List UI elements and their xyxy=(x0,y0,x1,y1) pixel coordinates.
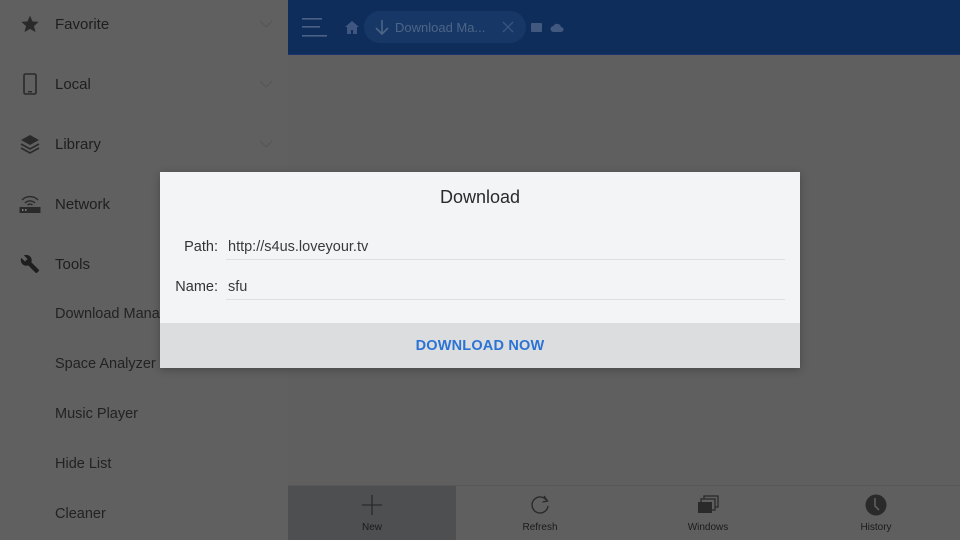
chevron-down-icon[interactable] xyxy=(259,19,273,29)
plus-icon xyxy=(362,495,382,515)
sidebar-subitem-label: Hide List xyxy=(55,456,112,472)
bottom-toolbar: New Refresh Windows History xyxy=(288,485,960,540)
dialog-title: Download xyxy=(439,187,521,207)
new-button[interactable]: New xyxy=(288,486,456,540)
name-label: Name: xyxy=(175,279,218,295)
star-icon xyxy=(18,12,42,36)
sidebar-item-favorite[interactable]: Favorite xyxy=(0,0,288,54)
sidebar-subitem-hide-list[interactable]: Hide List xyxy=(0,439,288,489)
tab-download-manager[interactable]: Download Ma... xyxy=(364,11,526,43)
new-button-label: New xyxy=(361,522,382,533)
history-button[interactable]: History xyxy=(792,486,960,540)
sidebar-item-label: Favorite xyxy=(55,15,110,33)
sidebar-subitem-label: Space Analyzer xyxy=(55,356,156,372)
sidebar-subitem-label: Cleaner xyxy=(55,506,106,522)
download-arrow-icon xyxy=(375,20,389,36)
sidebar-subitem-label: Music Player xyxy=(55,406,138,422)
history-button-label: History xyxy=(860,522,892,533)
path-row: Path: xyxy=(160,234,800,260)
hamburger-icon[interactable] xyxy=(302,16,328,38)
sidebar-subitem-music-player[interactable]: Music Player xyxy=(0,389,288,439)
sidebar-subitem-cleaner[interactable]: Cleaner xyxy=(0,489,288,539)
sidebar-item-label: Local xyxy=(55,75,91,93)
refresh-button-label: Refresh xyxy=(522,522,558,533)
download-now-button[interactable]: DOWNLOAD NOW xyxy=(160,323,800,368)
sidebar-item-library[interactable]: Library xyxy=(0,114,288,174)
chevron-down-icon[interactable] xyxy=(259,139,273,149)
path-input[interactable] xyxy=(226,234,785,260)
name-input[interactable] xyxy=(226,274,785,300)
download-dialog: Download Path: Name: DOWNLOAD NOW xyxy=(160,172,800,368)
cloud-icon[interactable] xyxy=(550,22,564,32)
layers-icon xyxy=(18,132,42,156)
chevron-down-icon[interactable] xyxy=(259,79,273,89)
router-icon xyxy=(18,192,42,216)
refresh-icon xyxy=(531,495,549,514)
sidebar-item-label: Tools xyxy=(55,255,91,273)
windows-button-label: Windows xyxy=(687,522,729,533)
path-label: Path: xyxy=(184,239,218,255)
name-row: Name: xyxy=(160,274,800,300)
refresh-button[interactable]: Refresh xyxy=(456,486,624,540)
dialog-action-bar: DOWNLOAD NOW xyxy=(160,323,800,368)
windows-button[interactable]: Windows xyxy=(624,486,792,540)
home-icon[interactable] xyxy=(345,21,359,34)
phone-icon xyxy=(18,72,42,96)
tab-label: Download Ma... xyxy=(395,19,486,35)
clock-icon xyxy=(865,494,887,516)
sidebar-item-label: Library xyxy=(55,135,101,153)
close-icon[interactable] xyxy=(502,21,514,33)
sidebar-item-label: Network xyxy=(55,195,111,213)
window-icon[interactable] xyxy=(531,23,542,32)
top-bar: Download Ma... xyxy=(288,0,960,55)
windows-stack-icon xyxy=(698,495,719,513)
sidebar-item-local[interactable]: Local xyxy=(0,54,288,114)
wrench-icon xyxy=(18,252,42,276)
